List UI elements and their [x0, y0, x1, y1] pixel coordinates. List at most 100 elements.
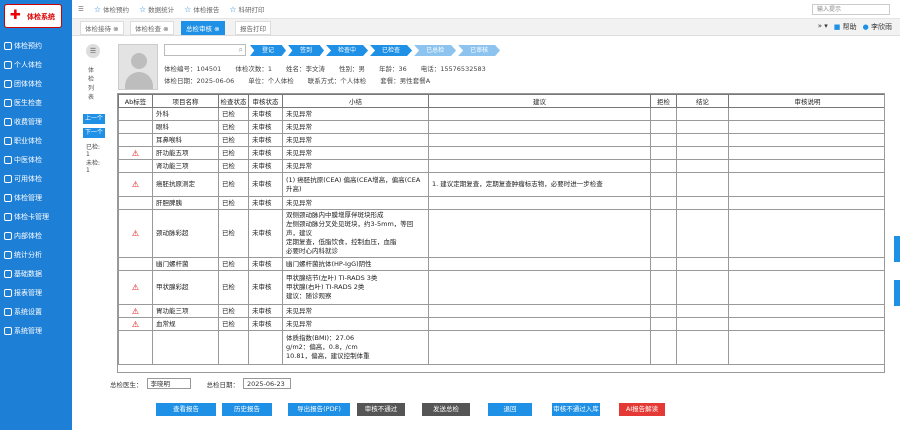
menu-icon — [4, 137, 12, 145]
abnormal-flag: ⚠ — [118, 304, 153, 318]
menu-icon — [4, 308, 12, 316]
double-arrow-icon[interactable]: » ▾ — [818, 22, 828, 32]
help-link[interactable]: ■ 帮助 — [834, 22, 857, 32]
sidebar: ✚ 体检系统 体检预约 个人体检 团体体检 医生检查 收费管理 职业体检 中医体… — [0, 0, 72, 430]
search-icon[interactable]: ⌕ — [239, 45, 243, 55]
abnormal-flag — [118, 257, 153, 271]
tab-report-print[interactable]: 报告打印 — [235, 21, 271, 35]
prev-patient-button[interactable]: 上一个 — [83, 114, 105, 124]
sidebar-item-5[interactable]: 收费管理 — [4, 113, 70, 131]
date-input[interactable]: 2025-06-23 — [243, 378, 291, 389]
topnav-item-2[interactable]: ☆ 数据统计 — [139, 4, 174, 15]
topnav-item-1[interactable]: ☆ 体检预约 — [93, 4, 129, 15]
sidebar-item-14[interactable]: 报表管理 — [4, 284, 70, 302]
col-advice: 建议 — [428, 94, 651, 108]
menu-icon — [4, 175, 12, 183]
tab-reception[interactable]: 体检接待 ⊗ — [80, 21, 124, 35]
menu-icon — [4, 232, 12, 240]
table-row[interactable]: ⚠ 颈动脉彩超 已检 未审核 双侧颈动脉内中膜增厚伴斑块形成 左侧颈动脉分叉处见斑块，约… — [118, 209, 884, 258]
top-nav: ☰ ☆ 体检预约 ☆ 数据统计 ☆ 体检报告 ☆ 科研打印 输入提示 — [72, 0, 900, 19]
sidebar-item-10[interactable]: 体检卡管理 — [4, 208, 70, 226]
reject-store-button[interactable]: 审核不通过入库 — [552, 403, 600, 416]
table-row[interactable]: 眼科 已检 未审核 未见异常 — [118, 120, 884, 134]
abnormal-flag: ⚠ — [118, 146, 153, 160]
next-patient-button[interactable]: 下一个 — [83, 128, 105, 138]
reject-button[interactable]: 审核不通过 — [357, 403, 405, 416]
logo-text: 体检系统 — [27, 13, 55, 21]
table-row[interactable]: ⚠ 胃功能三项 已检 未审核 未见异常 — [118, 304, 884, 318]
star-icon: ☆ — [139, 4, 147, 14]
sidebar-item-3[interactable]: 团体体检 — [4, 75, 70, 93]
menu-icon — [4, 80, 12, 88]
sidebar-item-12[interactable]: 统计分析 — [4, 246, 70, 264]
table-row[interactable]: ⚠ 癌胚抗原测定 已检 未审核 (1) 癌胚抗原(CEA) 偏高(CEA增高，偏高(CE… — [118, 172, 884, 197]
col-conclusion: 结论 — [676, 94, 729, 108]
sidebar-item-8[interactable]: 可用体检 — [4, 170, 70, 188]
table-row[interactable]: ⚠ 血常规 已检 未审核 未见异常 — [118, 317, 884, 331]
step-register: 登记 — [250, 45, 287, 56]
sidebar-item-7[interactable]: 中医体检 — [4, 151, 70, 169]
menu-icon — [4, 118, 12, 126]
table-row[interactable]: 肾功能三项 已检 未审核 未见异常 — [118, 159, 884, 173]
collapse-menu-icon[interactable]: ☰ — [78, 5, 84, 13]
results-table-container[interactable]: Ab标签 项目名称 检查状态 审核状态 小结 建议 拒检 结论 审核说明 外科已… — [117, 93, 885, 373]
side-float-tab[interactable] — [894, 280, 900, 306]
help-icon: ■ — [833, 23, 841, 31]
star-icon: ☆ — [93, 4, 101, 14]
return-button[interactable]: 退回 — [488, 403, 532, 416]
history-report-button[interactable]: 历史报告 — [222, 403, 272, 416]
step-approved: 已审核 — [458, 45, 501, 56]
step-in-progress: 检查中 — [326, 45, 369, 56]
patient-age: 年龄：36 — [378, 65, 407, 73]
patient-photo — [118, 44, 158, 90]
topnav-item-3[interactable]: ☆ 体检报告 — [184, 4, 219, 15]
table-row[interactable]: 肝胆脾胰 已检 未审核 未见异常 — [118, 196, 884, 210]
col-status: 检查状态 — [218, 94, 249, 108]
tab-review[interactable]: 总检审核 ⊗ — [181, 21, 225, 35]
checked-count: 已检:1 — [86, 144, 101, 158]
menu-icon — [4, 327, 12, 335]
star-icon: ☆ — [229, 4, 237, 14]
user-icon: ● — [862, 23, 869, 31]
abnormal-flag — [118, 159, 153, 173]
export-pdf-button[interactable]: 导出报告(PDF) — [288, 403, 350, 416]
sidebar-item-6[interactable]: 职业体检 — [4, 132, 70, 150]
employer: 单位：个人体检 — [248, 77, 294, 85]
date-label: 总检日期： — [206, 380, 240, 389]
sidebar-item-15[interactable]: 系统设置 — [4, 303, 70, 321]
abnormal-flag — [118, 107, 153, 121]
global-search-input[interactable]: 输入提示 — [812, 4, 890, 15]
abnormal-flag: ⚠ — [118, 270, 153, 305]
col-summary: 小结 — [282, 94, 429, 108]
view-report-button[interactable]: 查看报告 — [156, 403, 216, 416]
sidebar-item-2[interactable]: 个人体检 — [4, 56, 70, 74]
sidebar-item-9[interactable]: 体检管理 — [4, 189, 70, 207]
sidebar-item-4[interactable]: 医生检查 — [4, 94, 70, 112]
sidebar-item-16[interactable]: 系统管理 — [4, 322, 70, 340]
step-reviewed: 已总检 — [414, 45, 457, 56]
table-row[interactable]: 幽门螺杆菌 已检 未审核 幽门螺杆菌抗体(HP-IgG)阴性 — [118, 257, 884, 271]
contact: 联系方式：个人体检 — [307, 77, 367, 85]
table-row[interactable]: ⚠ 甲状腺彩超 已检 未审核 甲状腺结节(左叶) TI-RADS 3类 甲状腺(右叶) … — [118, 270, 884, 305]
ai-report-button[interactable]: AI报告解读 — [619, 403, 665, 416]
menu-icon — [4, 99, 12, 107]
tab-examination[interactable]: 体检检查 ⊗ — [130, 21, 174, 35]
menu-icon — [4, 42, 12, 50]
send-review-button[interactable]: 发送总检 — [422, 403, 470, 416]
sidebar-item-1[interactable]: 体检预约 — [4, 37, 70, 55]
sidebar-item-13[interactable]: 基础数据 — [4, 265, 70, 283]
topnav-item-4[interactable]: ☆ 科研打印 — [229, 4, 264, 15]
header-right: » ▾ ■ 帮助 ● 李欣雨 — [818, 22, 892, 32]
sidebar-item-11[interactable]: 内部体检 — [4, 227, 70, 245]
table-row[interactable]: 外科 已检 未审核 未见异常 — [118, 107, 884, 121]
table-row[interactable]: ⚠ 肝功能五项 已检 未审核 未见异常 — [118, 146, 884, 160]
exam-count: 体检次数：1 — [235, 65, 272, 73]
side-float-tab[interactable] — [894, 236, 900, 262]
doctor-input[interactable]: 李晓明 — [146, 378, 191, 389]
table-row[interactable]: 体质指数(BMI)：27.06 g/m2：偏高，0.8，/cm 10.81，偏高… — [118, 330, 884, 365]
list-toggle-icon[interactable]: ☰ — [86, 44, 100, 58]
table-row[interactable]: 耳鼻喉科 已检 未审核 未见异常 — [118, 133, 884, 147]
user-menu[interactable]: ● 李欣雨 — [863, 22, 892, 32]
package: 套餐：男性套餐A — [380, 77, 431, 85]
patient-search-input[interactable]: ⌕ — [164, 44, 246, 56]
